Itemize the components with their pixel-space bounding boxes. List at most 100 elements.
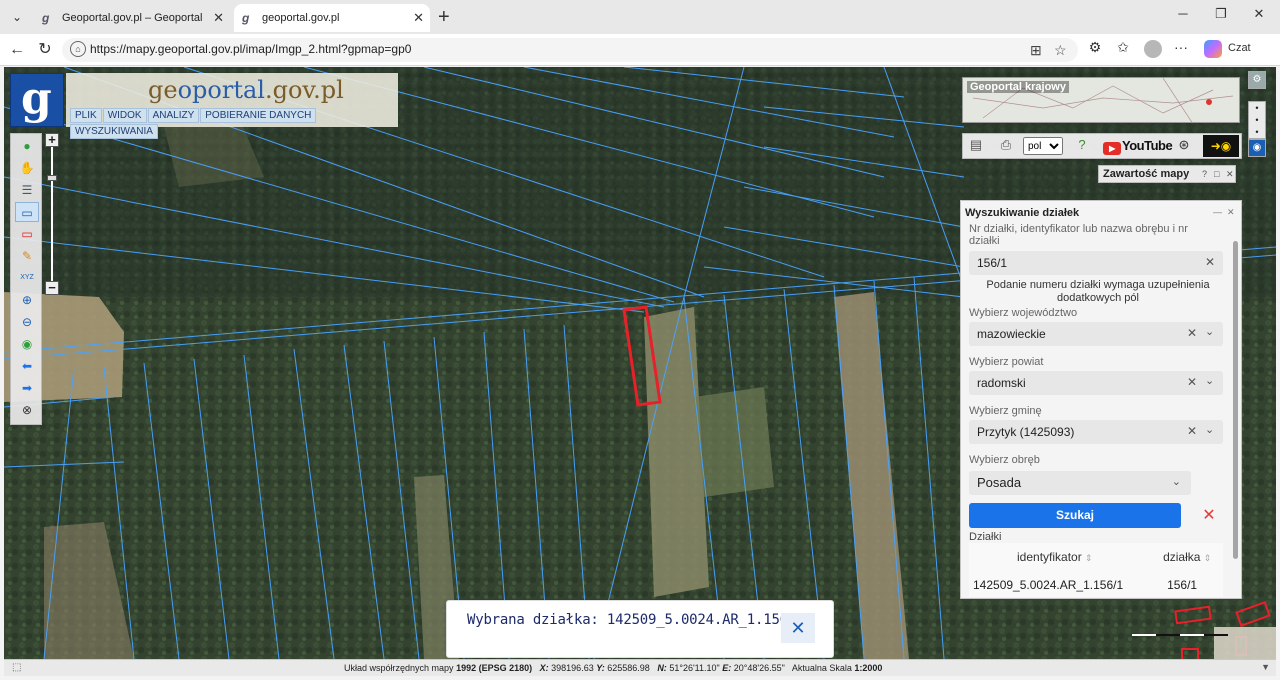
zoom-slider[interactable]: + −: [45, 133, 59, 297]
copilot-chat-label[interactable]: Czat: [1228, 42, 1251, 54]
required-fields-note: Podanie numeru działki wymaga uzupełnien…: [986, 279, 1210, 304]
commune-select[interactable]: Przytyk (1425093) ✕ ⌄: [969, 420, 1223, 444]
minimize-button[interactable]: ─: [1168, 6, 1198, 21]
clear-icon[interactable]: ✕: [1187, 326, 1197, 340]
info-icon[interactable]: ●: [15, 136, 39, 156]
favorites-icon[interactable]: ✩: [1112, 39, 1134, 56]
chevron-down-icon[interactable]: ⌄: [1205, 325, 1214, 338]
zoom-rail[interactable]: [51, 147, 53, 281]
column-header-identyfikator[interactable]: identyfikator ⇕: [969, 543, 1155, 571]
close-window-button[interactable]: ✕: [1244, 6, 1274, 22]
menu-plik[interactable]: PLIK: [70, 108, 102, 123]
row-identifier: 142509_5.0024.AR_1.156/1: [973, 578, 1124, 592]
panel-scrollbar[interactable]: [1231, 237, 1239, 595]
select-red-icon[interactable]: ▭: [15, 224, 39, 244]
overview-toggle[interactable]: • • •: [1248, 101, 1266, 139]
county-value: radomski: [977, 376, 1026, 390]
map-contents-panel[interactable]: Zawartość mapy ? □ ✕: [1098, 165, 1236, 183]
parcel-id-input[interactable]: 156/1 ✕: [969, 251, 1223, 275]
status-bar: ⬚ Układ współrzędnych mapy 1992 (EPSG 21…: [4, 659, 1276, 676]
youtube-icon: ▶: [1103, 142, 1121, 155]
zoom-in-icon[interactable]: ⊕: [15, 290, 39, 310]
crosshair-icon[interactable]: ⊗: [15, 400, 39, 420]
zoom-minus-button[interactable]: −: [45, 281, 59, 295]
tab-list-chevron-icon[interactable]: ⌄: [6, 6, 28, 28]
voivodeship-value: mazowieckie: [977, 327, 1046, 341]
panel-title: Wyszukiwanie działek: [965, 207, 1080, 219]
app-install-icon[interactable]: ⊞: [1030, 42, 1042, 59]
map-tools: ● ✋ ☰ ▭ ▭ ✎ XYZ ⊕ ⊖ ◉ ⬅ ➡ ⊗: [10, 133, 42, 425]
scroll-thumb[interactable]: [1233, 241, 1238, 559]
close-icon[interactable]: ✕: [1226, 166, 1234, 182]
url-field[interactable]: ⌂ https://mapy.geoportal.gov.pl/imap/Img…: [62, 38, 1078, 62]
forward-arrow-icon[interactable]: ➡: [15, 378, 39, 398]
parcel-id-label: Nr działki, identyfikator lub nazwa obrę…: [969, 223, 1188, 247]
site-info-icon[interactable]: ⌂: [70, 41, 86, 57]
accessibility-icon[interactable]: ⊛: [1175, 137, 1193, 153]
help-icon[interactable]: ?: [1073, 137, 1091, 152]
county-select[interactable]: radomski ✕ ⌄: [969, 371, 1223, 395]
table-row[interactable]: 142509_5.0024.AR_1.156/1 156/1: [969, 571, 1223, 597]
list-icon[interactable]: ☰: [15, 180, 39, 200]
map-view[interactable]: g geoportal.gov.pl PLIK WIDOK ANALIZY POBIE…: [4, 67, 1276, 659]
search-button[interactable]: Szukaj: [969, 503, 1181, 528]
globe-icon[interactable]: ◉: [15, 334, 39, 354]
youtube-link[interactable]: ▶ YouTube: [1103, 138, 1173, 155]
pencil-icon[interactable]: ✎: [15, 246, 39, 266]
reload-icon[interactable]: ↻: [34, 40, 56, 60]
zoom-knob[interactable]: [47, 175, 57, 181]
tab-geoportal-infra[interactable]: g Geoportal.gov.pl – Geoportal Infra ✕: [34, 4, 230, 32]
menu-widok[interactable]: WIDOK: [102, 108, 147, 123]
chevron-down-icon[interactable]: ⌄: [1205, 374, 1214, 387]
zoom-plus-button[interactable]: +: [45, 133, 59, 147]
chevron-down-icon[interactable]: ⌄: [1205, 423, 1214, 436]
close-icon[interactable]: ✕: [1227, 207, 1235, 218]
pan-hand-icon[interactable]: ✋: [15, 158, 39, 178]
voivodeship-label: Wybierz województwo: [969, 307, 1078, 319]
toast-close-button[interactable]: ✕: [781, 613, 815, 643]
copilot-icon[interactable]: [1204, 40, 1222, 58]
settings-icon[interactable]: ⚙: [1248, 71, 1266, 89]
menu-analizy[interactable]: ANALIZY: [147, 108, 200, 123]
geoportal-logo[interactable]: g: [10, 73, 64, 127]
clear-icon[interactable]: ✕: [1205, 255, 1215, 269]
help-icon[interactable]: ?: [1202, 166, 1207, 182]
tab-geoportal[interactable]: g geoportal.gov.pl ✕: [234, 4, 430, 32]
parcel-id-value: 156/1: [977, 256, 1008, 270]
eye-toggle-icon[interactable]: ◉: [1248, 139, 1266, 157]
extensions-icon[interactable]: ⚙: [1084, 39, 1106, 56]
select-rect-icon[interactable]: ▭: [15, 202, 39, 222]
profile-avatar[interactable]: [1144, 40, 1162, 58]
favorite-star-icon[interactable]: ☆: [1054, 42, 1067, 59]
back-arrow-icon[interactable]: ←: [6, 40, 28, 60]
print-icon[interactable]: ⎙: [997, 137, 1015, 153]
clear-icon[interactable]: ✕: [1187, 424, 1197, 438]
contrast-eye-icon[interactable]: ➜◉: [1203, 135, 1239, 157]
more-menu-icon[interactable]: ···: [1170, 39, 1192, 55]
maximize-button[interactable]: ❐: [1206, 6, 1236, 22]
overview-map[interactable]: Geoportal krajowy: [962, 77, 1240, 123]
voivodeship-select[interactable]: mazowieckie ✕ ⌄: [969, 322, 1223, 346]
precinct-select[interactable]: Posada ⌄: [969, 471, 1191, 495]
back-arrow-icon[interactable]: ⬅: [15, 356, 39, 376]
county-label: Wybierz powiat: [969, 356, 1044, 368]
clear-search-icon[interactable]: ✕: [1195, 503, 1223, 528]
menu-wyszukiwania[interactable]: WYSZUKIWANIA: [70, 124, 158, 139]
menu-pobieranie-danych[interactable]: POBIERANIE DANYCH: [200, 108, 317, 123]
close-icon[interactable]: ✕: [213, 4, 224, 32]
close-icon[interactable]: ✕: [413, 4, 424, 32]
legend-icon[interactable]: ▤: [967, 137, 985, 153]
resize-icon[interactable]: ⬚: [12, 662, 21, 673]
sort-icon: ⇕: [1203, 553, 1212, 563]
chevron-down-icon[interactable]: ⌄: [1172, 475, 1181, 488]
column-header-dzialka[interactable]: działka ⇕: [1155, 543, 1223, 571]
clear-icon[interactable]: ✕: [1187, 375, 1197, 389]
xyz-icon[interactable]: XYZ: [15, 268, 39, 288]
chevron-down-icon[interactable]: ▼: [1261, 662, 1270, 672]
language-select[interactable]: pol: [1023, 137, 1063, 155]
minimize-icon[interactable]: —: [1213, 207, 1222, 217]
zoom-out-icon[interactable]: ⊖: [15, 312, 39, 332]
new-tab-button[interactable]: +: [438, 4, 450, 30]
main-menu: PLIK WIDOK ANALIZY POBIERANIE DANYCH WYSZUKI…: [70, 107, 398, 139]
restore-icon[interactable]: □: [1214, 166, 1219, 182]
